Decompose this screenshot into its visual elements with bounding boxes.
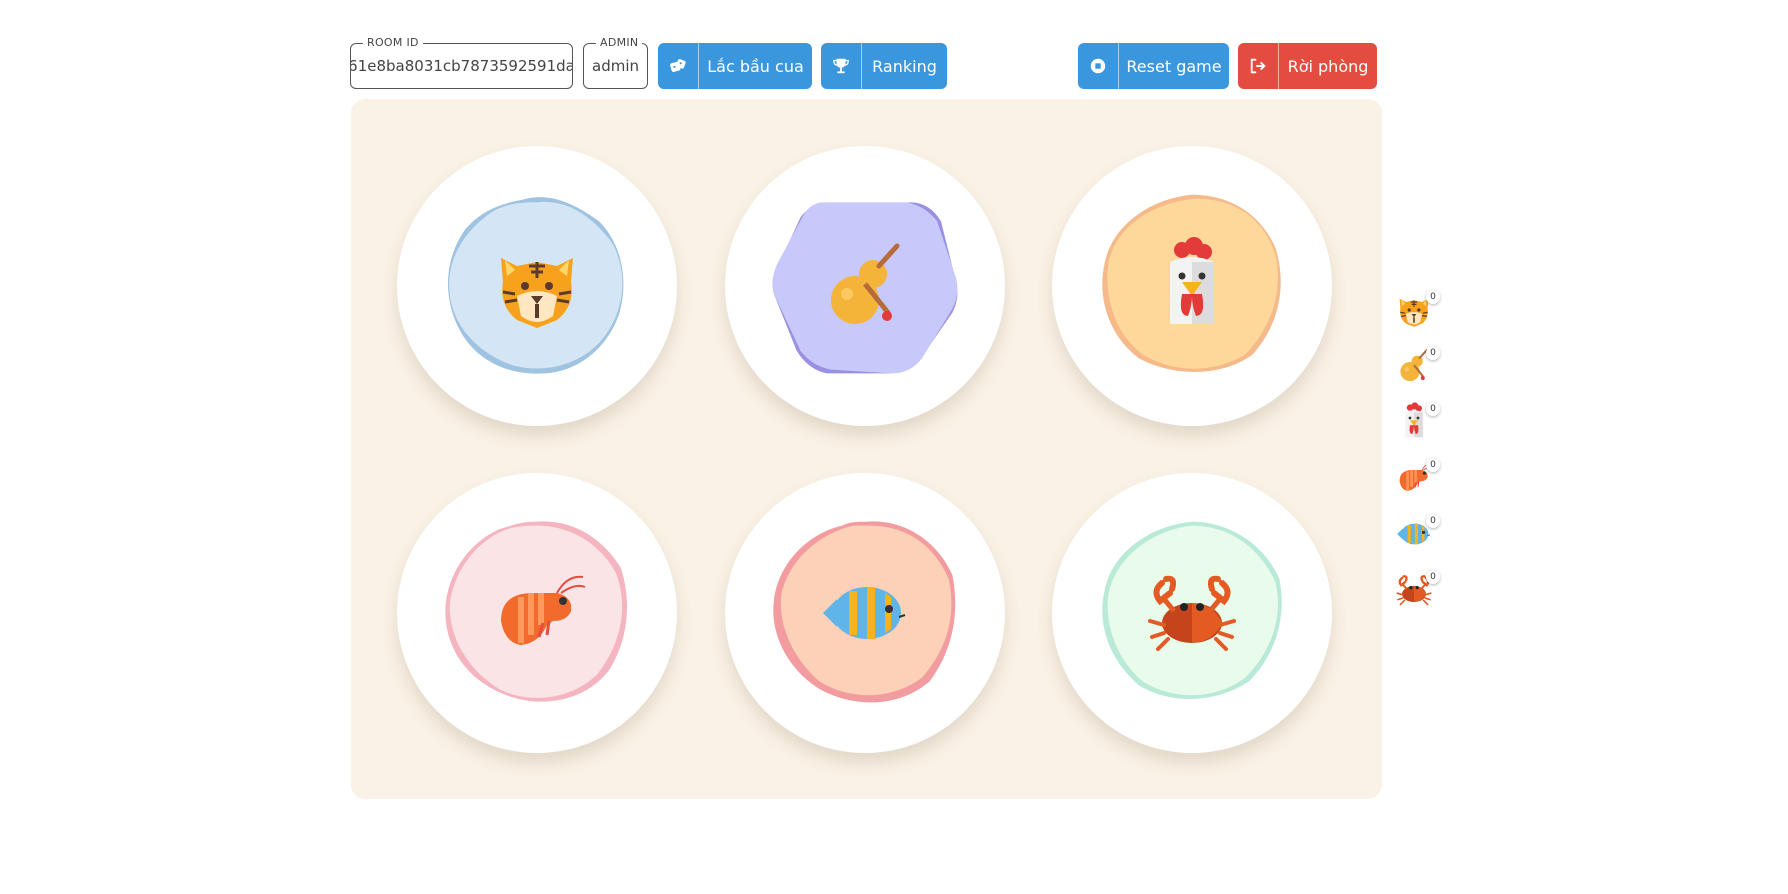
bet-count-badge: 0: [1426, 290, 1440, 304]
bet-count-badge: 0: [1426, 458, 1440, 472]
room-id-value[interactable]: 61e8ba8031cb7873592591da: [351, 44, 572, 88]
bet-counter-rooster: 0: [1394, 398, 1442, 446]
dice-icon: [658, 43, 699, 89]
bet-counter-fish: 0: [1394, 510, 1442, 558]
reset-game-button[interactable]: Reset game: [1078, 43, 1229, 89]
gourd-icon: [815, 236, 915, 336]
bet-cell-shrimp[interactable]: [397, 473, 677, 753]
leave-room-button[interactable]: Rời phòng: [1238, 43, 1377, 89]
bet-cell-gourd[interactable]: [725, 146, 1005, 426]
bet-counter-gourd: 0: [1394, 342, 1442, 390]
sign-out-icon: [1238, 43, 1279, 89]
trophy-icon: [821, 43, 862, 89]
game-board: [351, 99, 1382, 799]
fish-icon: [815, 563, 915, 663]
room-id-field[interactable]: ROOM ID 61e8ba8031cb7873592591da: [350, 37, 573, 89]
crab-icon: [1142, 563, 1242, 663]
bet-count-badge: 0: [1426, 346, 1440, 360]
reset-game-button-label: Reset game: [1126, 56, 1222, 76]
bet-cell-fish[interactable]: [725, 473, 1005, 753]
bet-cell-rooster[interactable]: [1052, 146, 1332, 426]
leave-room-button-label: Rời phòng: [1287, 56, 1369, 76]
shake-button[interactable]: Lắc bầu cua: [658, 43, 812, 89]
admin-field[interactable]: ADMIN admin: [583, 37, 648, 89]
bet-counter-crab: 0: [1394, 566, 1442, 614]
tiger-icon: [487, 236, 587, 336]
ranking-button-label: Ranking: [872, 56, 937, 76]
ranking-button[interactable]: Ranking: [821, 43, 947, 89]
bet-count-badge: 0: [1426, 570, 1440, 584]
bet-counter-tiger: 0: [1394, 286, 1442, 334]
bet-cell-crab[interactable]: [1052, 473, 1332, 753]
shrimp-icon: [487, 563, 587, 663]
stop-icon: [1078, 43, 1119, 89]
bet-count-badge: 0: [1426, 402, 1440, 416]
shake-button-label: Lắc bầu cua: [707, 56, 804, 76]
bet-counter-shrimp: 0: [1394, 454, 1442, 502]
bet-cell-tiger[interactable]: [397, 146, 677, 426]
bet-count-badge: 0: [1426, 514, 1440, 528]
rooster-icon: [1142, 236, 1242, 336]
admin-value[interactable]: admin: [584, 44, 647, 88]
